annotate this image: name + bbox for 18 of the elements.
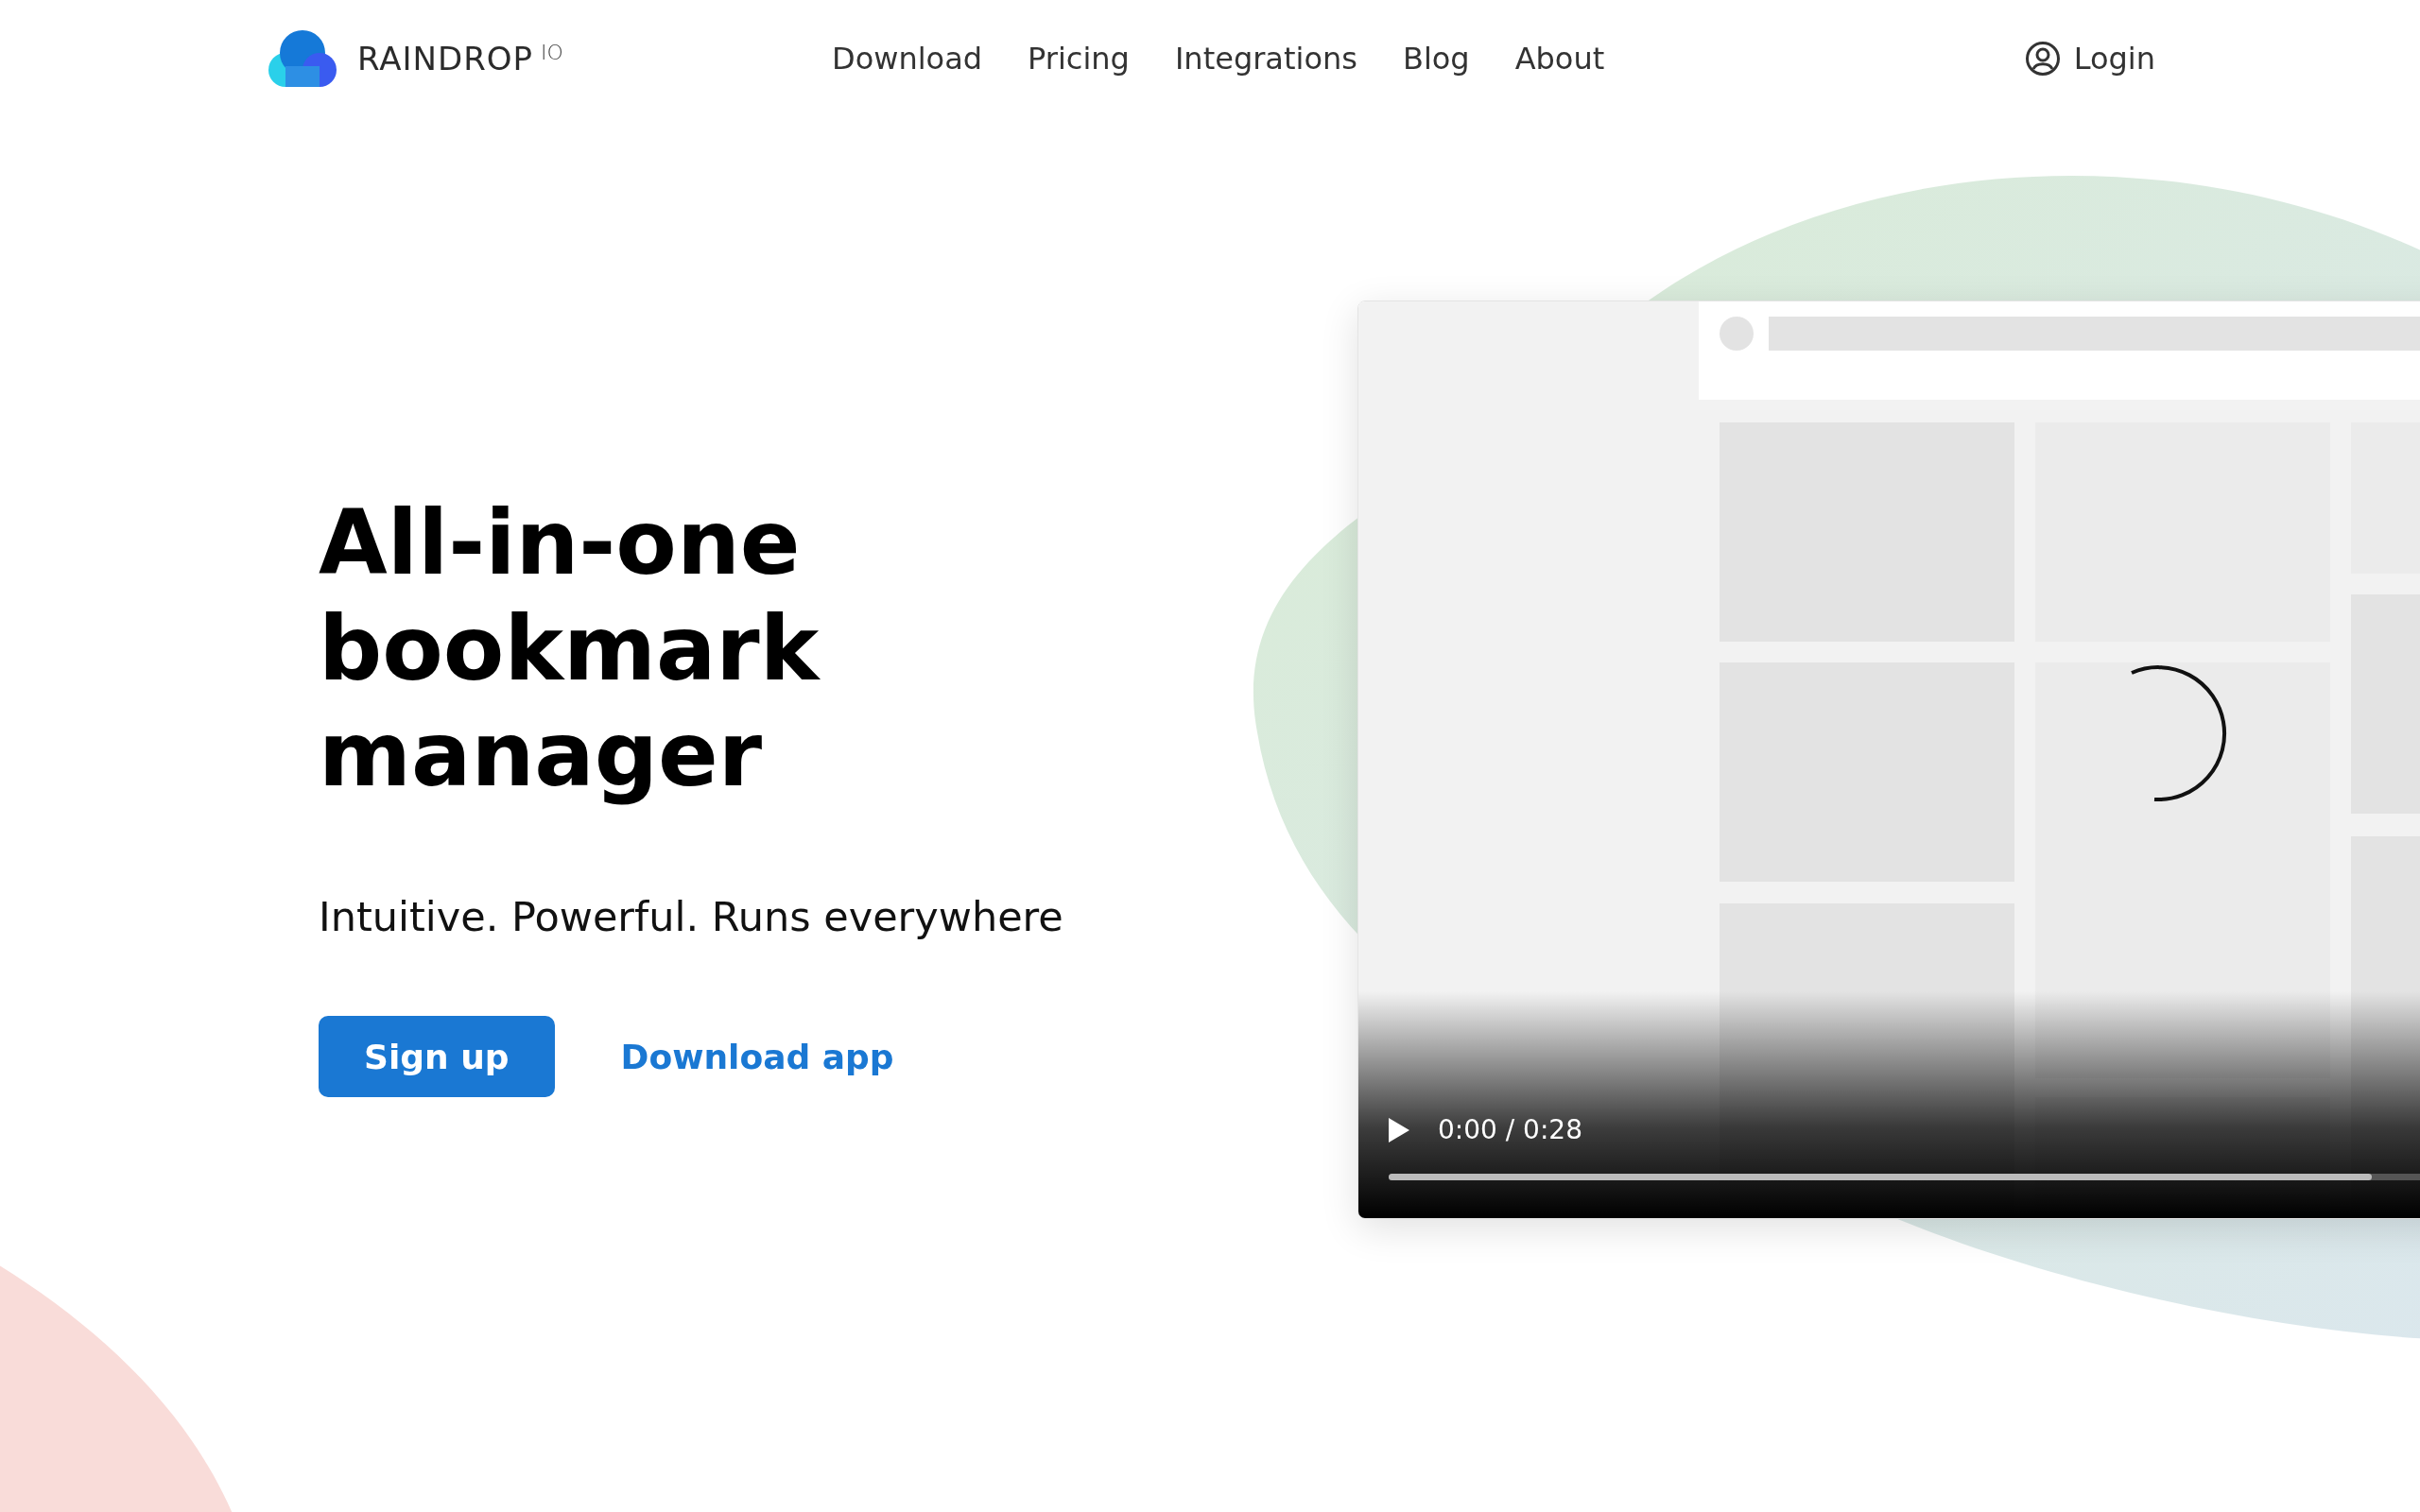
play-icon[interactable] (1389, 1117, 1409, 1143)
video-time: 0:00 / 0:28 (1438, 1114, 1582, 1145)
nav-link[interactable]: About (1514, 41, 1605, 77)
user-icon (2024, 41, 2061, 77)
login-link[interactable]: Login (2024, 41, 2155, 77)
nav-link[interactable]: Download (832, 41, 983, 77)
hero-title: manager (319, 702, 764, 808)
signup-button[interactable]: Sign up (319, 1016, 555, 1097)
hero-title: bookmark (319, 596, 820, 702)
nav-link[interactable]: Blog (1402, 41, 1470, 77)
nav-link[interactable]: Integrations (1174, 41, 1357, 77)
brand-suffix: IO (541, 40, 563, 64)
brand-name: RAINDROP (357, 40, 534, 77)
hero-subtitle: Intuitive. Powerful. Runs everywhere (319, 893, 1063, 940)
download-app-link[interactable]: Download app (620, 1037, 894, 1076)
nav-link[interactable]: Pricing (1028, 41, 1130, 77)
video-player[interactable]: 0:00 / 0:28 (1357, 301, 2420, 1219)
hero-title: All-in-one (319, 490, 802, 596)
